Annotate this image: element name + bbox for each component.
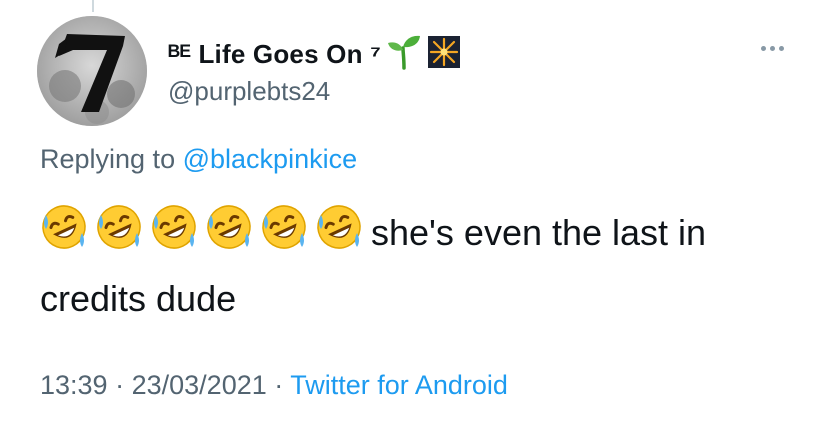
rolling-on-floor-laughing-emoji-icon — [317, 205, 361, 249]
thread-line — [92, 0, 94, 12]
display-name[interactable]: ᴮᴱ Life Goes On ⁷ — [168, 39, 381, 70]
replying-to-line: Replying to @blackpinkice — [40, 144, 357, 175]
tweet-source[interactable]: Twitter for Android — [290, 370, 508, 400]
display-name-row: ᴮᴱ Life Goes On ⁷ — [168, 34, 461, 74]
rolling-on-floor-laughing-emoji-icon — [262, 205, 306, 249]
replying-handle-link[interactable]: @blackpinkice — [183, 144, 358, 174]
meta-separator: · — [274, 370, 284, 400]
fireworks-icon — [427, 35, 461, 74]
rolling-on-floor-laughing-emoji-icon — [97, 205, 141, 249]
tweet-meta: 13:39 · 23/03/2021 · Twitter for Android — [40, 370, 508, 401]
meta-separator: · — [115, 370, 125, 400]
replying-prefix: Replying to — [40, 144, 176, 174]
avatar-seven-logo-image — [37, 16, 147, 126]
tweet-text-line-2: credits dude — [40, 278, 237, 319]
tweet-date[interactable]: 23/03/2021 — [132, 370, 267, 400]
tweet-time[interactable]: 13:39 — [40, 370, 108, 400]
tweet-text-line-1: she's even the last in — [371, 212, 707, 253]
seedling-icon — [387, 34, 421, 75]
emoji-group — [40, 203, 363, 251]
avatar[interactable] — [37, 16, 147, 126]
tweet-text: she's even the last in credits dude — [40, 200, 800, 332]
user-handle[interactable]: @purplebts24 — [168, 76, 330, 107]
rolling-on-floor-laughing-emoji-icon — [152, 205, 196, 249]
rolling-on-floor-laughing-emoji-icon — [207, 205, 251, 249]
more-icon[interactable] — [752, 36, 792, 60]
rolling-on-floor-laughing-emoji-icon — [42, 205, 86, 249]
